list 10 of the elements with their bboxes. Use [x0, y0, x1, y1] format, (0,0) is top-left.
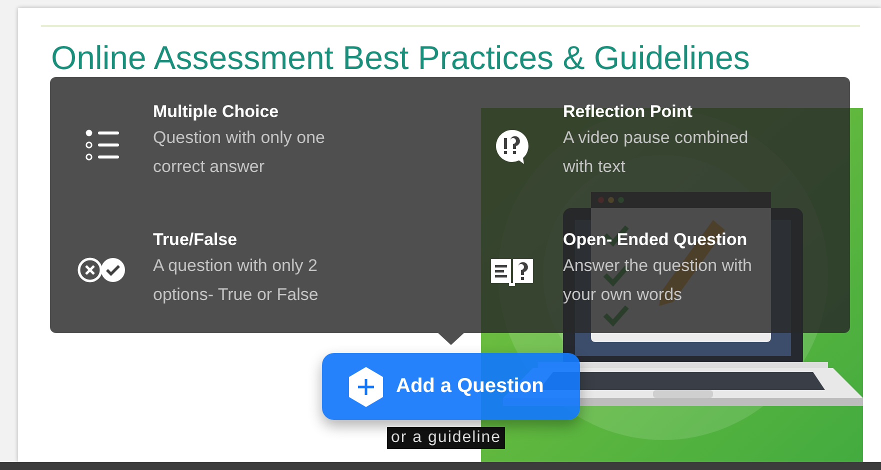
slide-title: Online Assessment Best Practices & Guidelines: [51, 39, 750, 77]
hexagon-plus-icon: [348, 366, 384, 406]
question-type-item[interactable]: Multiple Choice Question with only one correct answer: [50, 101, 460, 229]
add-question-button[interactable]: Add a Question: [322, 353, 580, 420]
subtitle-caption: or a guideline: [387, 427, 506, 449]
question-type-item[interactable]: Reflection Point A video pause combined with text: [460, 101, 850, 229]
book-question-icon: [490, 257, 532, 287]
cross-check-icon: [76, 257, 126, 283]
list-icon: [84, 129, 118, 161]
speech-bubble-icon: [494, 129, 530, 165]
